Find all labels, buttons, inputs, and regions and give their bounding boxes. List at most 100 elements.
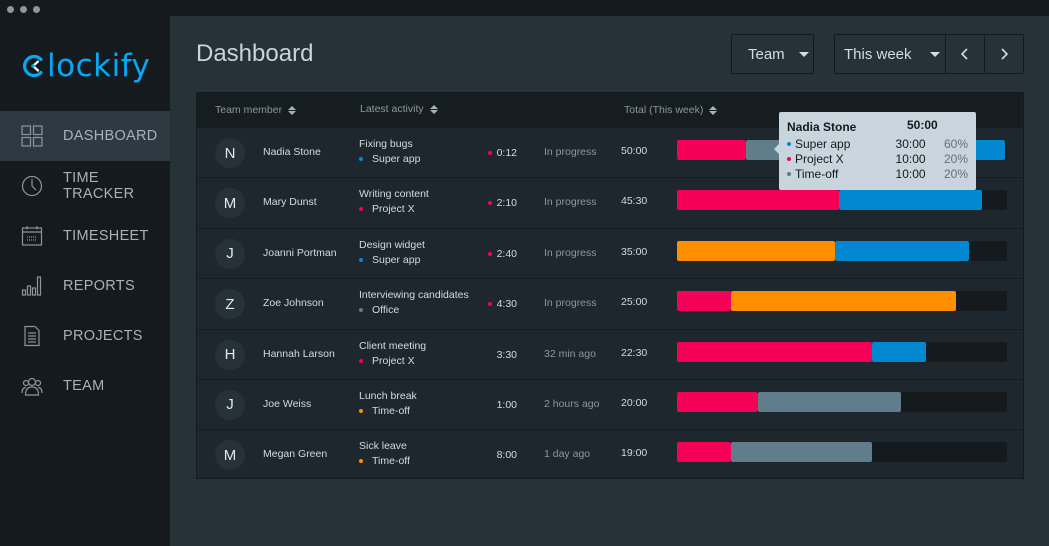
bar-segment-project-x[interactable] xyxy=(677,190,839,211)
column-header-label: Team member xyxy=(215,104,283,116)
prev-period-button[interactable] xyxy=(945,35,984,73)
activity-duration: 2:10 xyxy=(477,197,517,209)
weekly-total: 50:00 xyxy=(621,145,648,157)
bar-segment-super-app[interactable] xyxy=(871,341,927,362)
project-name: Super app xyxy=(372,153,421,165)
duration-value: 4:30 xyxy=(496,298,517,311)
duration-value: 0:12 xyxy=(496,147,517,159)
project-name: Time-off xyxy=(372,455,410,468)
window-dot-maximize[interactable] xyxy=(33,6,40,13)
tooltip-item: Super app 30:00 60% xyxy=(787,136,968,151)
tooltip-percent: 60% xyxy=(943,136,968,151)
bar-segment-time-off[interactable] xyxy=(757,391,902,412)
bar-chart-icon xyxy=(21,275,43,297)
avatar[interactable]: H xyxy=(215,339,245,370)
sidebar-item-time-tracker[interactable]: TIME TRACKER xyxy=(0,161,170,211)
avatar[interactable]: M xyxy=(215,440,245,471)
activity-duration: 0:12 xyxy=(477,147,517,159)
bar-segment-project-x[interactable] xyxy=(677,341,872,362)
sidebar-item-label: TIME TRACKER xyxy=(63,170,135,202)
running-indicator-icon xyxy=(487,151,492,155)
bar-segment-time-off[interactable] xyxy=(677,240,836,261)
bar-segment-project-x[interactable] xyxy=(677,442,732,463)
next-period-button[interactable] xyxy=(984,35,1023,73)
activity-duration: 8:00 xyxy=(477,449,517,461)
sidebar-item-reports[interactable]: REPORTS xyxy=(0,261,170,311)
tooltip-project: Super app xyxy=(787,137,896,151)
activity-project: Super app xyxy=(359,254,420,266)
activity-description: Lunch break xyxy=(359,389,417,402)
bar-segment-time-off[interactable] xyxy=(731,291,956,312)
weekly-breakdown-bar[interactable] xyxy=(677,240,1007,261)
logo[interactable]: Clockify lockify xyxy=(22,46,150,86)
team-filter-dropdown[interactable]: Team xyxy=(731,34,814,74)
activity-description: Fixing bugs xyxy=(359,138,413,150)
sidebar-nav: DASHBOARD TIME TRACKER TIMESHEET REPORTS… xyxy=(0,111,170,411)
running-indicator-icon xyxy=(487,302,492,307)
member-name: Joanni Portman xyxy=(263,246,337,259)
avatar[interactable]: J xyxy=(215,238,245,269)
project-name: Super app xyxy=(372,253,421,266)
sidebar-item-dashboard[interactable]: DASHBOARD xyxy=(0,111,170,161)
sidebar-item-label: PROJECTS xyxy=(63,328,143,344)
weekly-breakdown-bar[interactable] xyxy=(677,391,1007,412)
column-header-team-member[interactable]: Team member xyxy=(215,104,297,116)
activity-description: Client meeting xyxy=(359,339,427,352)
tooltip-item: Project X 10:00 20% xyxy=(787,151,968,166)
logo-wordmark: lockify xyxy=(47,48,151,84)
sidebar-item-timesheet[interactable]: TIMESHEET xyxy=(0,211,170,261)
period-dropdown[interactable]: This week xyxy=(835,35,945,73)
table-row[interactable]: H Hannah Larson Client meeting Project X… xyxy=(197,330,1023,380)
chevron-left-icon xyxy=(960,48,968,60)
tooltip-project-name: Project X xyxy=(795,151,844,166)
project-name: Office xyxy=(372,304,400,317)
table-row[interactable]: J Joanni Portman Design widget Super app… xyxy=(197,229,1023,280)
main-content: Dashboard Team This week Team member Lat… xyxy=(170,16,1049,546)
project-color-dot-icon xyxy=(787,141,791,146)
window-dot-close[interactable] xyxy=(7,6,14,13)
duration-value: 1:00 xyxy=(496,398,517,411)
bar-segment-super-app[interactable] xyxy=(838,190,983,211)
weekly-breakdown-bar[interactable] xyxy=(677,341,1007,362)
weekly-breakdown-bar[interactable] xyxy=(677,291,1007,312)
project-color-dot-icon xyxy=(359,157,363,161)
sidebar-item-team[interactable]: TEAM xyxy=(0,361,170,411)
weekly-total: 19:00 xyxy=(621,447,648,460)
member-breakdown-tooltip: Nadia Stone 50:00 Super app 30:00 60% Pr… xyxy=(774,112,976,190)
column-header-latest-activity[interactable]: Latest activity xyxy=(360,103,438,115)
avatar[interactable]: N xyxy=(215,138,245,168)
weekly-breakdown-bar[interactable] xyxy=(677,442,1007,463)
tooltip-arrow xyxy=(774,144,779,154)
bar-segment-time-off[interactable] xyxy=(731,442,872,463)
clockify-logo-icon xyxy=(22,54,43,78)
tooltip-percent: 20% xyxy=(943,151,968,166)
sort-icon xyxy=(709,105,718,115)
bar-segment-super-app[interactable] xyxy=(835,240,970,261)
bar-segment-project-x[interactable] xyxy=(677,140,747,160)
weekly-breakdown-bar[interactable] xyxy=(677,190,1007,211)
avatar[interactable]: M xyxy=(215,188,245,219)
bar-segment-project-x[interactable] xyxy=(677,391,758,412)
table-row[interactable]: Z Zoe Johnson Interviewing candidates Of… xyxy=(197,279,1023,330)
table-row[interactable]: M Megan Green Sick leave Time-off 8:00 1… xyxy=(197,430,1023,480)
activity-project: Time-off xyxy=(359,455,410,467)
bar-segment-project-x[interactable] xyxy=(677,291,732,312)
avatar[interactable]: J xyxy=(215,389,245,420)
avatar[interactable]: Z xyxy=(215,289,245,320)
duration-value: 2:40 xyxy=(496,247,517,260)
column-header-label: Latest activity xyxy=(360,103,424,115)
activity-description: Interviewing candidates xyxy=(359,289,469,302)
activity-description: Writing content xyxy=(359,188,429,201)
activity-status: 1 day ago xyxy=(544,448,591,461)
table-row[interactable]: J Joe Weiss Lunch break Time-off 1:00 2 … xyxy=(197,380,1023,431)
column-header-total[interactable]: Total (This week) xyxy=(624,104,718,116)
sidebar-item-projects[interactable]: PROJECTS xyxy=(0,311,170,361)
sidebar: Clockify lockify DASHBOARD TIME TRACKER … xyxy=(0,16,170,546)
caret-down-icon xyxy=(798,51,809,57)
tooltip-member-name: Nadia Stone xyxy=(787,120,857,134)
tooltip-project: Time-off xyxy=(787,167,896,181)
sidebar-item-label: TEAM xyxy=(63,378,105,394)
duration-value: 2:10 xyxy=(496,197,517,210)
project-color-dot-icon xyxy=(359,408,363,413)
window-dot-minimize[interactable] xyxy=(20,6,27,13)
